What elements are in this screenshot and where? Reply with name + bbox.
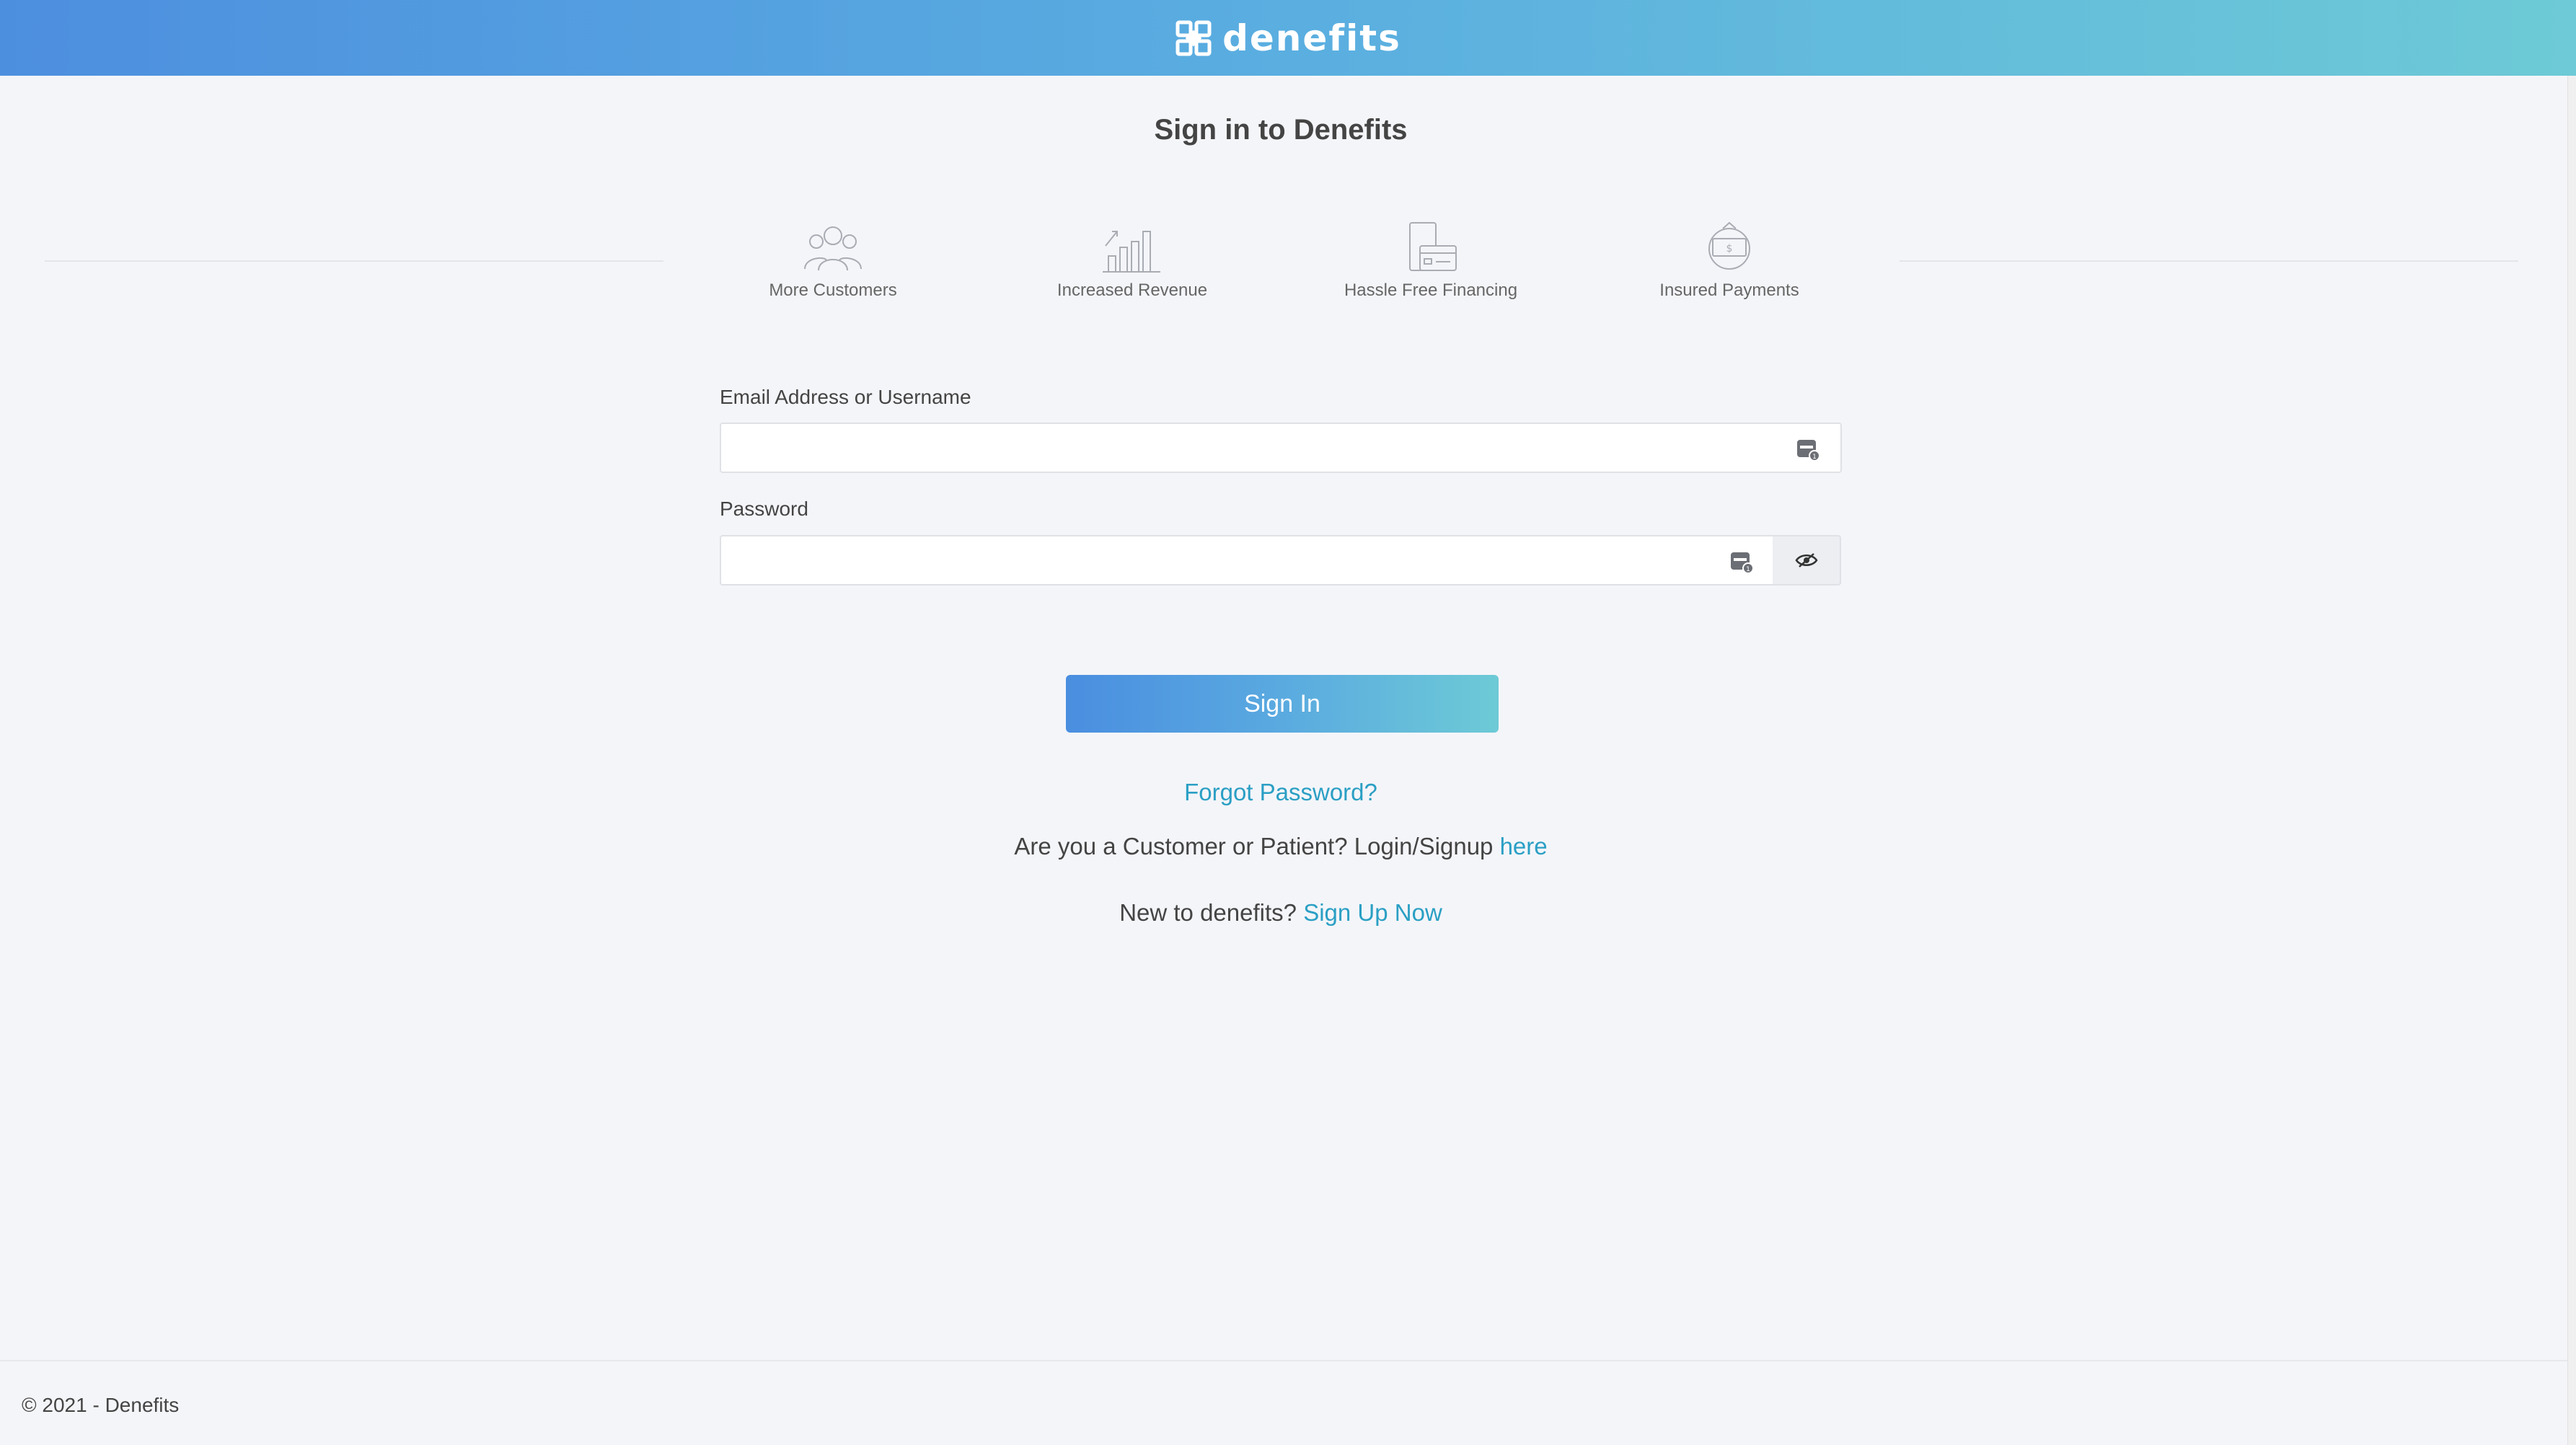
feature-insured-payments: $ Insured Payments — [1621, 220, 1838, 301]
svg-text:1: 1 — [1746, 566, 1750, 573]
password-field[interactable] — [721, 536, 1773, 584]
forgot-password-link[interactable]: Forgot Password? — [1184, 779, 1377, 805]
signup-row: New to denefits? Sign Up Now — [0, 899, 2562, 927]
brand-logo[interactable]: denefits — [1175, 17, 1401, 59]
customer-login-link[interactable]: here — [1500, 833, 1548, 860]
financing-icon — [1409, 222, 1457, 271]
feature-label: Insured Payments — [1659, 280, 1799, 300]
bar-chart-icon — [1103, 231, 1160, 273]
password-label: Password — [720, 498, 808, 520]
toggle-password-visibility-button[interactable] — [1773, 535, 1841, 585]
footer-divider — [0, 1360, 2567, 1361]
customers-icon — [804, 226, 862, 271]
customer-login-text: Are you a Customer or Patient? Login/Sig… — [1014, 833, 1500, 860]
right-divider — [1900, 260, 2518, 262]
page-scrollbar[interactable] — [2567, 76, 2576, 1445]
feature-more-customers: More Customers — [725, 220, 941, 301]
feature-hassle-free-financing: Hassle Free Financing — [1323, 220, 1539, 301]
denefits-logo-icon — [1175, 20, 1212, 56]
forgot-password-row: Forgot Password? — [0, 779, 2562, 806]
brand-name: denefits — [1222, 17, 1401, 59]
svg-text:1: 1 — [1812, 454, 1817, 461]
email-field[interactable] — [721, 424, 1840, 472]
sign-in-button[interactable]: Sign In — [1066, 675, 1499, 733]
left-divider — [45, 260, 663, 262]
svg-text:$: $ — [1726, 243, 1733, 255]
feature-label: Increased Revenue — [1057, 280, 1208, 300]
footer-copyright: © 2021 - Denefits — [22, 1394, 180, 1416]
signup-text: New to denefits? — [1119, 899, 1304, 926]
customer-login-row: Are you a Customer or Patient? Login/Sig… — [0, 833, 2562, 860]
password-manager-icon[interactable]: 1 — [1796, 437, 1820, 461]
email-field-wrapper: 1 — [720, 423, 1842, 473]
sign-up-link[interactable]: Sign Up Now — [1303, 899, 1442, 926]
top-header: denefits — [0, 0, 2576, 76]
password-field-wrapper: 1 — [720, 535, 1774, 585]
page-title: Sign in to Denefits — [1154, 114, 1408, 146]
feature-label: Hassle Free Financing — [1344, 280, 1518, 300]
feature-increased-revenue: Increased Revenue — [1024, 220, 1240, 301]
eye-slash-icon — [1794, 553, 1818, 567]
insured-payment-icon: $ — [1708, 221, 1750, 270]
feature-label: More Customers — [769, 280, 897, 300]
email-label: Email Address or Username — [720, 386, 971, 408]
password-manager-icon[interactable]: 1 — [1729, 549, 1754, 574]
